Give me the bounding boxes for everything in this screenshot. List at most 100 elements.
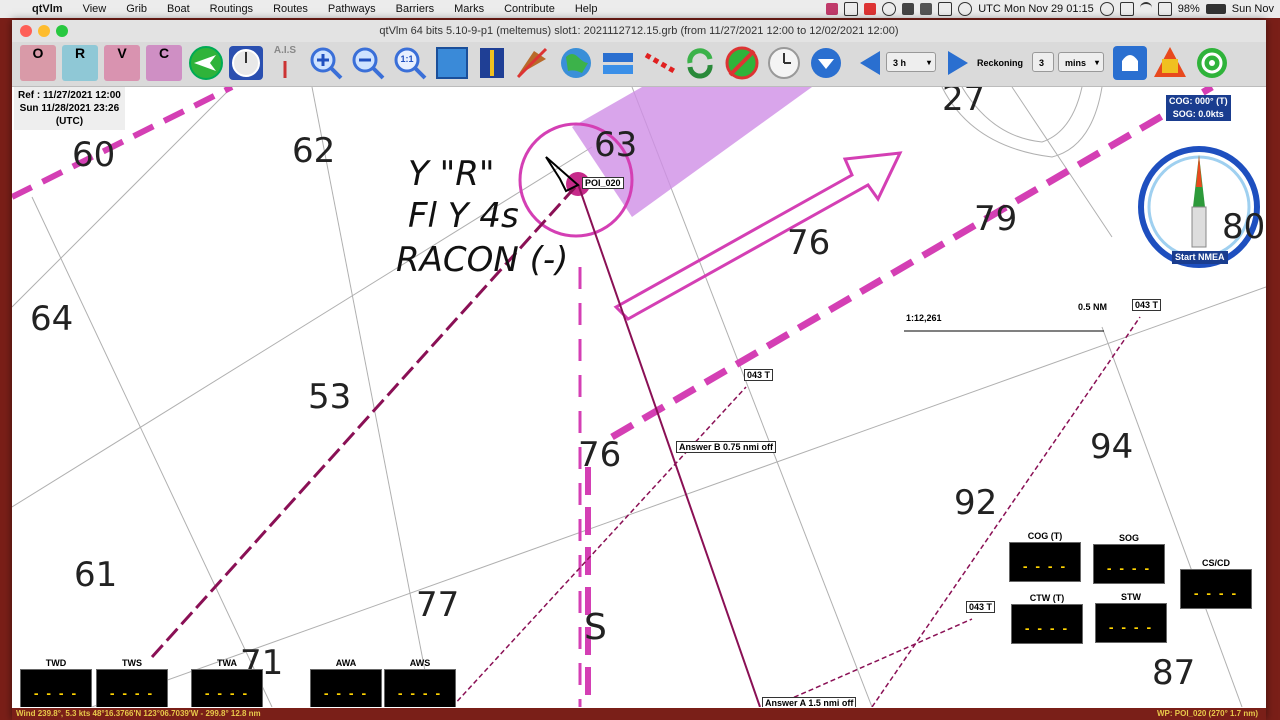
globe-icon[interactable] [558,45,594,81]
cog-value: COG: 000° (T) [1169,96,1228,106]
bearing-tag[interactable]: 043 T [744,369,774,381]
download-icon[interactable] [808,45,844,81]
nautical-chart[interactable]: Ref : 11/27/2021 12:00 Sun 11/28/2021 23… [12,87,1266,707]
bearing-line-top [871,316,1141,707]
zoom-window-button[interactable] [56,25,68,37]
map-square-icon[interactable] [434,45,470,81]
instrument-value: - - - - [1193,585,1239,601]
buoy-line-3: RACON (-) [396,240,569,280]
tray-s-icon[interactable] [902,3,915,15]
clock-text[interactable]: UTC Mon Nov 29 01:15 [978,3,1094,15]
depth-sounding: 53 [308,377,352,417]
answer-b-label[interactable]: Answer B 0.75 nmi off [676,441,777,453]
main-toolbar: O R V C A.I.S 1:1 3 h ▾ Reckoning 3 mins… [12,42,1266,87]
layer-r-button[interactable]: R [62,45,98,81]
bluetooth-icon[interactable] [1119,2,1134,16]
bearing-tag[interactable]: 043 T [1132,299,1162,311]
status-left: Wind 239.8°, 5.3 kts 48°16.3766'N 123°06… [16,709,261,718]
window-title: qtVlm 64 bits 5.10-9-p1 (meltemus) slot1… [379,25,899,37]
ref-date: Ref : 11/27/2021 12:00 [18,90,121,101]
layer-c-button[interactable]: C [146,45,182,81]
tray-m-icon[interactable] [920,3,933,15]
instrument-stw[interactable]: STW - - - - [1095,592,1167,643]
menu-barriers[interactable]: Barriers [386,3,445,15]
gauge-icon[interactable] [228,45,264,81]
warning-icon[interactable] [1152,45,1188,81]
close-window-button[interactable] [20,25,32,37]
instrument-value: - - - - [1024,620,1070,636]
instrument-ctw[interactable]: CTW (T) - - - - [1011,593,1083,644]
bearing-tag[interactable]: 043 T [966,601,996,613]
tray-box-icon[interactable] [938,2,953,16]
layer-v-button[interactable]: V [104,45,140,81]
start-nmea-button[interactable]: Start NMEA [1172,251,1228,264]
layers-icon[interactable] [600,45,636,81]
step-forward-icon[interactable] [940,45,976,81]
answer-a-label[interactable]: Answer A 1.5 nmi off [762,697,857,707]
instrument-value: - - - - [109,685,155,701]
depth-sounding: 62 [292,131,336,171]
instrument-sog[interactable]: SOG - - - - [1093,533,1165,584]
tray-red-icon[interactable] [864,3,877,15]
instrument-twd[interactable]: TWD - - - - [20,658,92,707]
zoom-out-icon[interactable] [350,45,386,81]
wifi-icon[interactable] [1139,2,1152,16]
current-date: Sun 11/28/2021 23:26 [19,103,120,114]
poi-label[interactable]: POI_020 [582,177,624,189]
step-select[interactable]: 3 h ▾ [886,52,936,72]
instrument-aws[interactable]: AWS - - - - [384,658,456,707]
buoy-line-2: Fl Y 4s [408,196,519,236]
route-off-icon[interactable] [514,45,550,81]
tray-circle-icon[interactable] [882,2,897,16]
time-machine-icon[interactable] [1099,2,1114,16]
status-bar: Wind 239.8°, 5.3 kts 48°16.3766'N 123°06… [12,708,1266,720]
clock-icon[interactable] [766,45,802,81]
instrument-value: - - - - [1022,558,1068,574]
depth-sounding: 87 [1152,653,1196,693]
menu-boat[interactable]: Boat [157,3,200,15]
zoom-in-icon[interactable] [308,45,344,81]
menu-routes[interactable]: Routes [263,3,318,15]
menu-routings[interactable]: Routings [200,3,263,15]
depth-sounding: 60 [72,135,116,175]
battery-icon[interactable] [1205,4,1226,14]
step-back-icon[interactable] [852,45,888,81]
tray-app-icon[interactable] [826,3,839,15]
menu-help[interactable]: Help [565,3,608,15]
sog-value: SOG: 0.0kts [1172,109,1224,119]
menu-app[interactable]: qtVlm [22,3,73,15]
layer-v-label: V [117,45,127,61]
menu-marks[interactable]: Marks [444,3,494,15]
depth-sounding: 64 [30,299,74,339]
reckoning-unit-select[interactable]: mins ▾ [1058,52,1104,72]
instrument-awa[interactable]: AWA - - - - [310,658,382,707]
accessibility-icon[interactable] [958,2,973,16]
home-icon[interactable] [844,2,859,16]
target-icon[interactable] [1194,45,1230,81]
instrument-twa[interactable]: TWA - - - - [191,658,263,707]
instrument-tws[interactable]: TWS - - - - [96,658,168,707]
reckoning-spinbox[interactable]: 3 [1032,52,1054,72]
audio-icon[interactable] [1157,2,1172,16]
depth-sounding: 77 [416,585,460,625]
barrier-icon[interactable] [642,45,678,81]
layer-o-button[interactable]: O [20,45,56,81]
app-window: qtVlm 64 bits 5.10-9-p1 (meltemus) slot1… [12,20,1266,720]
boat-mast-icon[interactable] [474,45,510,81]
menu-grib[interactable]: Grib [116,3,157,15]
ais-button[interactable]: A.I.S [268,45,302,81]
alarm-bell-icon[interactable] [1112,45,1148,81]
menu-contribute[interactable]: Contribute [494,3,565,15]
date-text[interactable]: Sun Nov [1232,3,1274,15]
instrument-value: - - - - [397,685,443,701]
compass-green-icon[interactable] [188,45,224,81]
menu-view[interactable]: View [73,3,117,15]
instrument-cog[interactable]: COG (T) - - - - [1009,531,1081,582]
refresh-icon[interactable] [682,45,718,81]
zoom-fit-button[interactable]: 1:1 [392,45,428,81]
disable-icon[interactable] [724,45,760,81]
menu-pathways[interactable]: Pathways [318,3,386,15]
depth-sounding: 80 [1222,207,1266,247]
minimize-window-button[interactable] [38,25,50,37]
instrument-cs-cd[interactable]: CS/CD - - - - [1180,558,1252,609]
